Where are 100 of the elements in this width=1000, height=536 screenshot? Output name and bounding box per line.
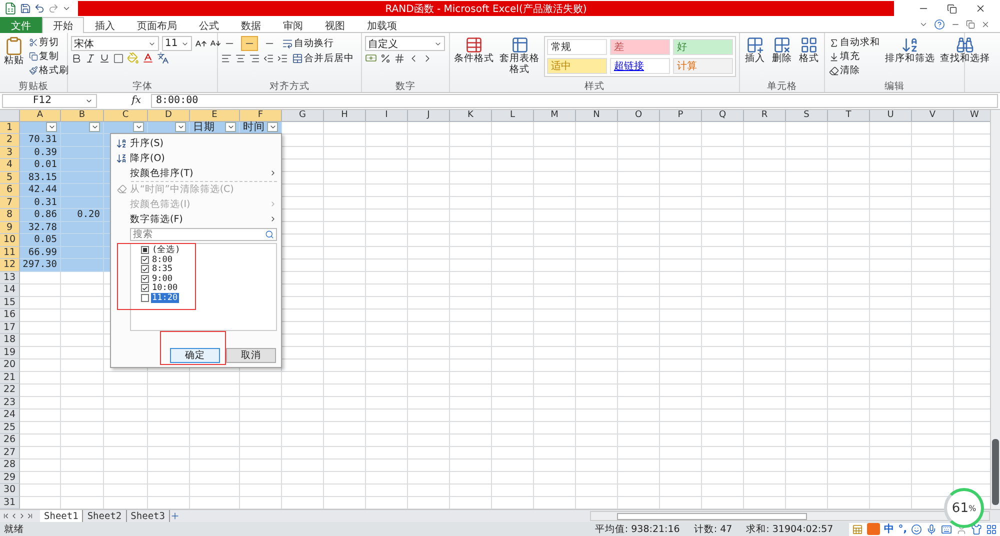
keyboard-icon[interactable] <box>941 524 952 534</box>
row-header[interactable]: 11 <box>0 246 20 259</box>
edit-button[interactable]: 填充 <box>828 50 881 63</box>
row-header[interactable]: 9 <box>0 222 20 234</box>
menu-item[interactable]: 降序(O) <box>113 150 277 166</box>
filter-value[interactable]: 9:00 <box>151 274 174 284</box>
restore-icon[interactable] <box>966 20 975 29</box>
ribbon-tab[interactable]: 公式 <box>188 17 230 33</box>
cells-button[interactable]: 格式 <box>798 36 820 65</box>
column-header[interactable]: H <box>324 110 366 122</box>
smile-icon[interactable] <box>911 524 922 534</box>
ribbon-tab[interactable]: 开始 <box>42 17 84 33</box>
undo-icon[interactable] <box>34 3 45 14</box>
menu-item[interactable]: 按颜色排序(T) <box>113 166 277 180</box>
conditional-format-button[interactable]: 条件格式 <box>453 36 495 65</box>
checkbox[interactable] <box>141 265 149 274</box>
row-header[interactable]: 8 <box>0 209 20 222</box>
ribbon-tab[interactable]: 文件 <box>0 17 42 33</box>
edit-button[interactable]: 排序和筛选 <box>884 36 936 65</box>
percent-icon[interactable] <box>380 52 391 64</box>
sheet-tab[interactable]: Sheet1 <box>40 510 84 522</box>
horizontal-scrollbar[interactable] <box>590 511 990 521</box>
underline-icon[interactable] <box>99 52 110 64</box>
filter-value[interactable]: 8:35 <box>151 264 174 274</box>
row-header[interactable]: 29 <box>0 472 20 484</box>
currency-icon[interactable] <box>365 52 377 64</box>
dialog-button[interactable]: 取消 <box>226 348 276 362</box>
column-header[interactable]: M <box>534 110 576 122</box>
row-header[interactable]: 23 <box>0 396 20 409</box>
ribbon-tab[interactable]: 数据 <box>230 17 272 33</box>
font-name-field[interactable]: 宋体 <box>71 36 159 51</box>
sogou-logo-icon[interactable] <box>867 523 880 535</box>
filter-value[interactable]: (全选) <box>151 244 182 256</box>
dialog-button[interactable]: 确定 <box>170 348 220 362</box>
column-header[interactable]: A <box>20 110 61 122</box>
row-header[interactable]: 10 <box>0 234 20 246</box>
bold-icon[interactable] <box>71 52 82 64</box>
filter-value[interactable]: 11:20 <box>151 292 179 303</box>
name-box[interactable]: F12 <box>2 94 97 108</box>
grow-font-icon[interactable] <box>195 38 207 50</box>
indent-icon[interactable] <box>277 53 288 64</box>
ribbon-tab[interactable]: 页面布局 <box>126 17 188 33</box>
edit-button[interactable]: 查找和选择 <box>939 36 991 65</box>
fill-color-icon[interactable] <box>127 52 139 64</box>
last-sheet-icon[interactable] <box>26 512 34 520</box>
row-header[interactable]: 19 <box>0 346 20 359</box>
row-header[interactable]: 16 <box>0 309 20 322</box>
row-header[interactable]: 30 <box>0 484 20 496</box>
align-right-icon[interactable] <box>249 53 260 64</box>
column-header[interactable]: L <box>492 110 534 122</box>
help-icon[interactable] <box>934 19 945 30</box>
search-field[interactable]: 搜索 <box>130 228 277 240</box>
minimize-ribbon-icon[interactable] <box>919 20 928 29</box>
previous-sheet-icon[interactable] <box>10 512 18 520</box>
edit-button[interactable]: 清除 <box>828 64 881 77</box>
align-left-icon[interactable] <box>221 53 232 64</box>
border-icon[interactable] <box>113 52 124 64</box>
close-icon[interactable] <box>975 3 986 14</box>
column-header[interactable]: N <box>576 110 618 122</box>
mic-icon[interactable] <box>926 524 937 534</box>
row-header[interactable]: 3 <box>0 146 20 159</box>
paste-button[interactable]: 粘贴 <box>3 36 25 67</box>
column-header[interactable]: T <box>828 110 870 122</box>
filter-value[interactable]: 10:00 <box>151 283 179 294</box>
column-header[interactable]: Q <box>702 110 744 122</box>
next-sheet-icon[interactable] <box>18 512 26 520</box>
checkbox[interactable] <box>141 256 149 264</box>
cell-style-button[interactable]: 超链接 <box>610 58 670 74</box>
shirt-icon[interactable] <box>971 524 982 534</box>
checkbox[interactable] <box>141 294 149 302</box>
column-header[interactable]: B <box>61 110 104 122</box>
column-header[interactable]: O <box>618 110 660 122</box>
punctuation-toggle[interactable]: °, <box>898 524 907 534</box>
column-header[interactable]: G <box>282 110 324 122</box>
formula-field[interactable]: 8:00:00 <box>151 94 998 108</box>
ribbon-tab[interactable]: 视图 <box>314 17 356 33</box>
row-header[interactable]: 17 <box>0 322 20 334</box>
row-header[interactable]: 20 <box>0 359 20 372</box>
ribbon-tab[interactable]: 加载项 <box>356 17 408 33</box>
column-header[interactable]: I <box>366 110 408 122</box>
row-header[interactable]: 12 <box>0 259 20 272</box>
ribbon-tab[interactable]: 审阅 <box>272 17 314 33</box>
close-icon[interactable] <box>981 20 990 29</box>
table-format-button[interactable]: 套用表格格式 <box>498 36 541 76</box>
font-size-field[interactable]: 11 <box>162 36 192 51</box>
column-header[interactable]: P <box>660 110 702 122</box>
row-header[interactable]: 26 <box>0 434 20 446</box>
column-header[interactable]: W <box>954 110 990 122</box>
row-header[interactable]: 1 <box>0 122 20 134</box>
row-header[interactable]: 6 <box>0 184 20 196</box>
vertical-scrollbar[interactable] <box>990 110 1000 509</box>
font-color-icon[interactable] <box>142 52 154 64</box>
column-header[interactable]: U <box>870 110 912 122</box>
row-header[interactable]: 14 <box>0 284 20 296</box>
restore-icon[interactable] <box>947 4 957 14</box>
merge-center-button[interactable]: 合并后居中 <box>291 52 355 65</box>
column-header[interactable]: D <box>148 110 190 122</box>
outdent-icon[interactable] <box>263 53 274 64</box>
clipboard-button[interactable]: 复制 <box>28 50 70 63</box>
row-header[interactable]: 31 <box>0 496 20 509</box>
